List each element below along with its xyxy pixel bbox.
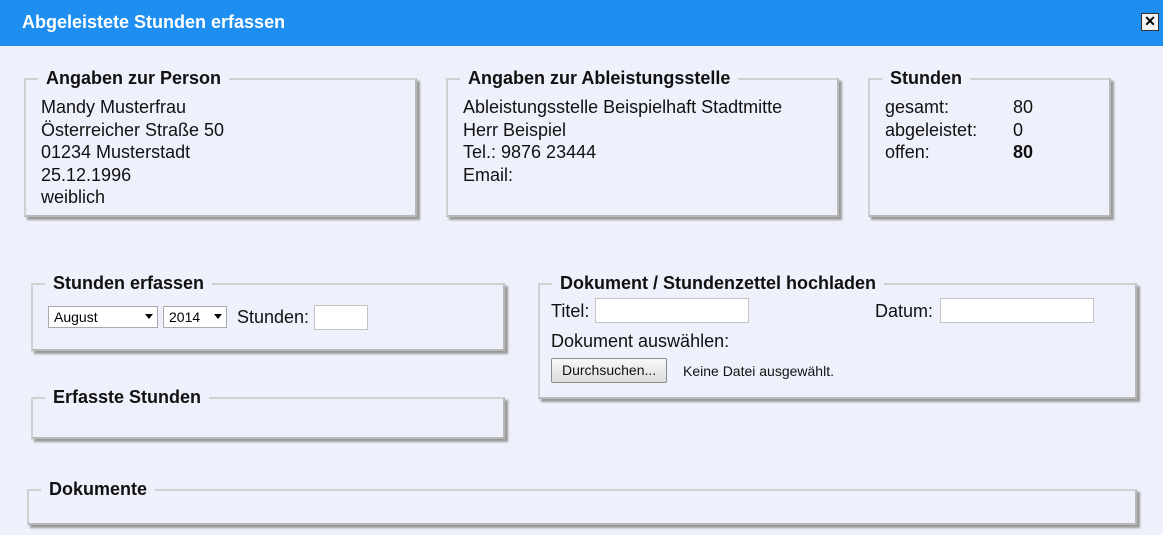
- documents-legend: Dokumente: [41, 479, 156, 500]
- upload-panel: Dokument / Stundenzettel hochladen Titel…: [538, 273, 1137, 399]
- hours-open-value: 80: [1013, 142, 1034, 163]
- hours-done-label: abgeleistet:: [885, 119, 978, 140]
- person-birthdate: 25.12.1996: [41, 164, 132, 185]
- location-phone: Tel.: 9876 23444: [463, 142, 597, 163]
- hours-total-row: gesamt: 80: [885, 96, 1033, 119]
- person-legend: Angaben zur Person: [38, 68, 230, 89]
- file-status: Keine Datei ausgewählt.: [683, 363, 834, 379]
- location-email: Email:: [463, 164, 514, 185]
- person-name: Mandy Musterfrau: [41, 97, 187, 117]
- location-name: Ableistungsstelle Beispielhaft Stadtmitt…: [463, 97, 783, 117]
- upload-title-input[interactable]: [595, 298, 749, 323]
- hours-panel: Stunden gesamt: 80 abgeleistet: 0 offen:…: [868, 68, 1111, 217]
- location-contact: Herr Beispiel: [463, 119, 567, 140]
- year-select[interactable]: 2014: [163, 306, 227, 328]
- entry-legend: Stunden erfassen: [45, 273, 213, 294]
- upload-date-label: Datum:: [875, 301, 934, 321]
- documents-panel: Dokumente: [27, 479, 1137, 525]
- person-street: Österreicher Straße 50: [41, 119, 225, 140]
- browse-button[interactable]: Durchsuchen...: [551, 358, 668, 383]
- hours-input[interactable]: [314, 305, 368, 330]
- dialog-title: Abgeleistete Stunden erfassen: [22, 12, 286, 32]
- location-legend: Angaben zur Ableistungsstelle: [460, 68, 739, 89]
- person-panel: Angaben zur Person Mandy Musterfrau Öste…: [24, 68, 417, 217]
- upload-title-label: Titel:: [551, 301, 590, 321]
- person-city: 01234 Musterstadt: [41, 142, 191, 163]
- upload-date-input[interactable]: [940, 298, 1094, 323]
- entry-panel: Stunden erfassen August 2014 Stunden:: [31, 273, 505, 351]
- hours-input-label: Stunden:: [237, 307, 310, 327]
- hours-done-row: abgeleistet: 0: [885, 119, 1033, 142]
- hours-open-row: offen: 80: [885, 141, 1033, 164]
- dialog-titlebar: Abgeleistete Stunden erfassen ✕: [0, 0, 1163, 46]
- hours-done-value: 0: [1013, 119, 1024, 140]
- recorded-panel: Erfasste Stunden: [31, 387, 505, 439]
- month-select-wrap: August: [48, 306, 158, 328]
- person-gender: weiblich: [41, 187, 106, 208]
- upload-legend: Dokument / Stundenzettel hochladen: [552, 273, 885, 294]
- year-select-wrap: 2014: [163, 306, 227, 328]
- hours-total-value: 80: [1013, 97, 1034, 117]
- hours-total-label: gesamt:: [885, 97, 950, 117]
- month-select[interactable]: August: [48, 306, 158, 328]
- hours-legend: Stunden: [882, 68, 970, 89]
- recorded-legend: Erfasste Stunden: [45, 387, 210, 408]
- upload-choose-label: Dokument auswählen:: [551, 331, 730, 351]
- location-panel: Angaben zur Ableistungsstelle Ableistung…: [446, 68, 839, 217]
- hours-open-label: offen:: [885, 142, 930, 163]
- close-icon[interactable]: ✕: [1141, 13, 1159, 31]
